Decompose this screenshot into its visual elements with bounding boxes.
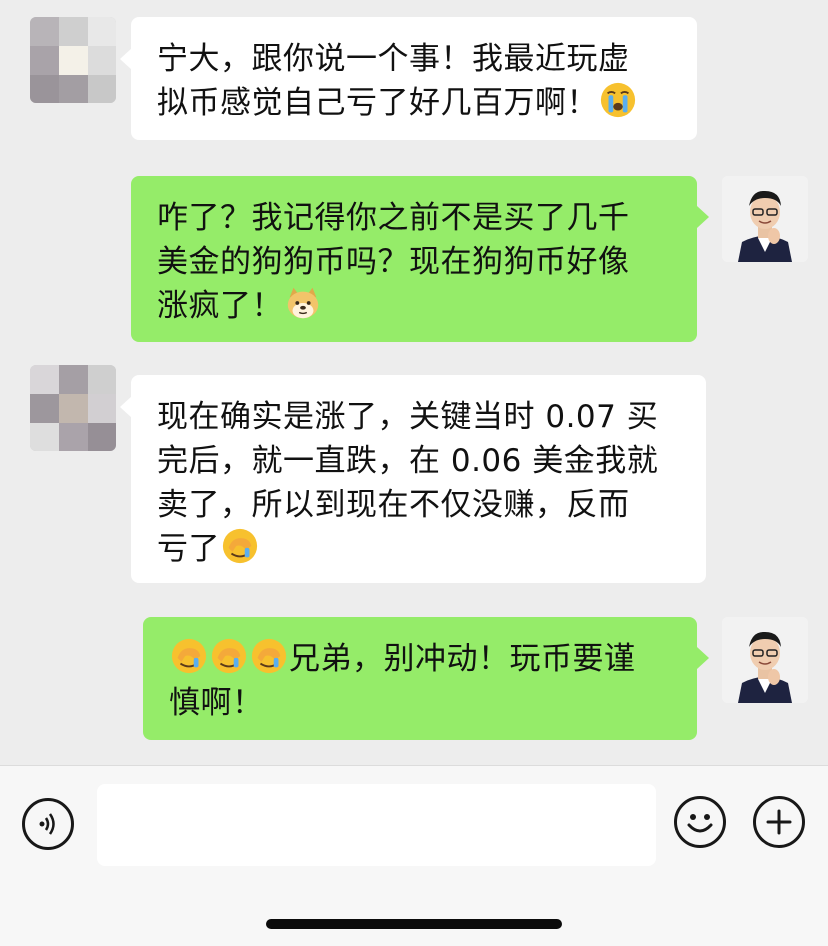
- input-bar: [0, 765, 828, 946]
- message-bubble-sent[interactable]: 兄弟，别冲动！玩币要谨 慎啊！: [143, 617, 697, 740]
- message-text-line: 兄弟，别冲动！玩币要谨: [169, 637, 671, 681]
- facepalm-emoji: [211, 638, 247, 674]
- voice-input-button[interactable]: [22, 798, 74, 850]
- facepalm-emoji: [222, 528, 258, 564]
- person-photo: [722, 617, 808, 703]
- contact-avatar[interactable]: [30, 17, 116, 103]
- message-text-line: 慎啊！: [169, 685, 264, 721]
- doge-emoji: [287, 287, 319, 319]
- home-indicator[interactable]: [266, 919, 562, 929]
- message-bubble-sent[interactable]: 咋了？我记得你之前不是买了几千 美金的狗狗币吗？现在狗狗币好像 涨疯了！: [131, 176, 697, 342]
- message-text-line: 卖了，所以到现在不仅没赚，反而: [157, 487, 630, 523]
- bubble-tail: [697, 206, 709, 228]
- message-text-line: 宁大，跟你说一个事！我最近玩虚: [157, 41, 630, 77]
- plus-icon: [766, 809, 792, 835]
- message-text-line: 美金的狗狗币吗？现在狗狗币好像: [157, 244, 630, 280]
- message-bubble-received[interactable]: 宁大，跟你说一个事！我最近玩虚 拟币感觉自己亏了好几百万啊！: [131, 17, 697, 140]
- emoji-button[interactable]: [674, 796, 726, 848]
- bubble-tail: [697, 647, 709, 669]
- message-text-line: 涨疯了！: [157, 284, 671, 328]
- my-avatar[interactable]: [722, 176, 808, 262]
- facepalm-emoji: [171, 638, 207, 674]
- chat-area: 宁大，跟你说一个事！我最近玩虚 拟币感觉自己亏了好几百万啊！ 咋了？我记得你之前…: [0, 0, 828, 765]
- more-options-button[interactable]: [753, 796, 805, 848]
- message-text-line: 亏了: [157, 527, 680, 571]
- message-bubble-received[interactable]: 现在确实是涨了，关键当时 0.07 买 完后，就一直跌，在 0.06 美金我就 …: [131, 375, 706, 583]
- facepalm-emoji: [251, 638, 287, 674]
- message-text-line: 咋了？我记得你之前不是买了几千: [157, 200, 630, 236]
- my-avatar[interactable]: [722, 617, 808, 703]
- message-text-line: 拟币感觉自己亏了好几百万啊！: [157, 81, 671, 125]
- message-text-line: 完后，就一直跌，在 0.06 美金我就: [157, 443, 659, 479]
- contact-avatar[interactable]: [30, 365, 116, 451]
- voice-icon: [39, 813, 55, 835]
- message-input[interactable]: [97, 784, 656, 866]
- message-text-line: 现在确实是涨了，关键当时 0.07 买: [157, 399, 659, 435]
- smiley-icon: [687, 814, 713, 833]
- person-photo: [722, 176, 808, 262]
- crying-face-emoji: [600, 82, 636, 118]
